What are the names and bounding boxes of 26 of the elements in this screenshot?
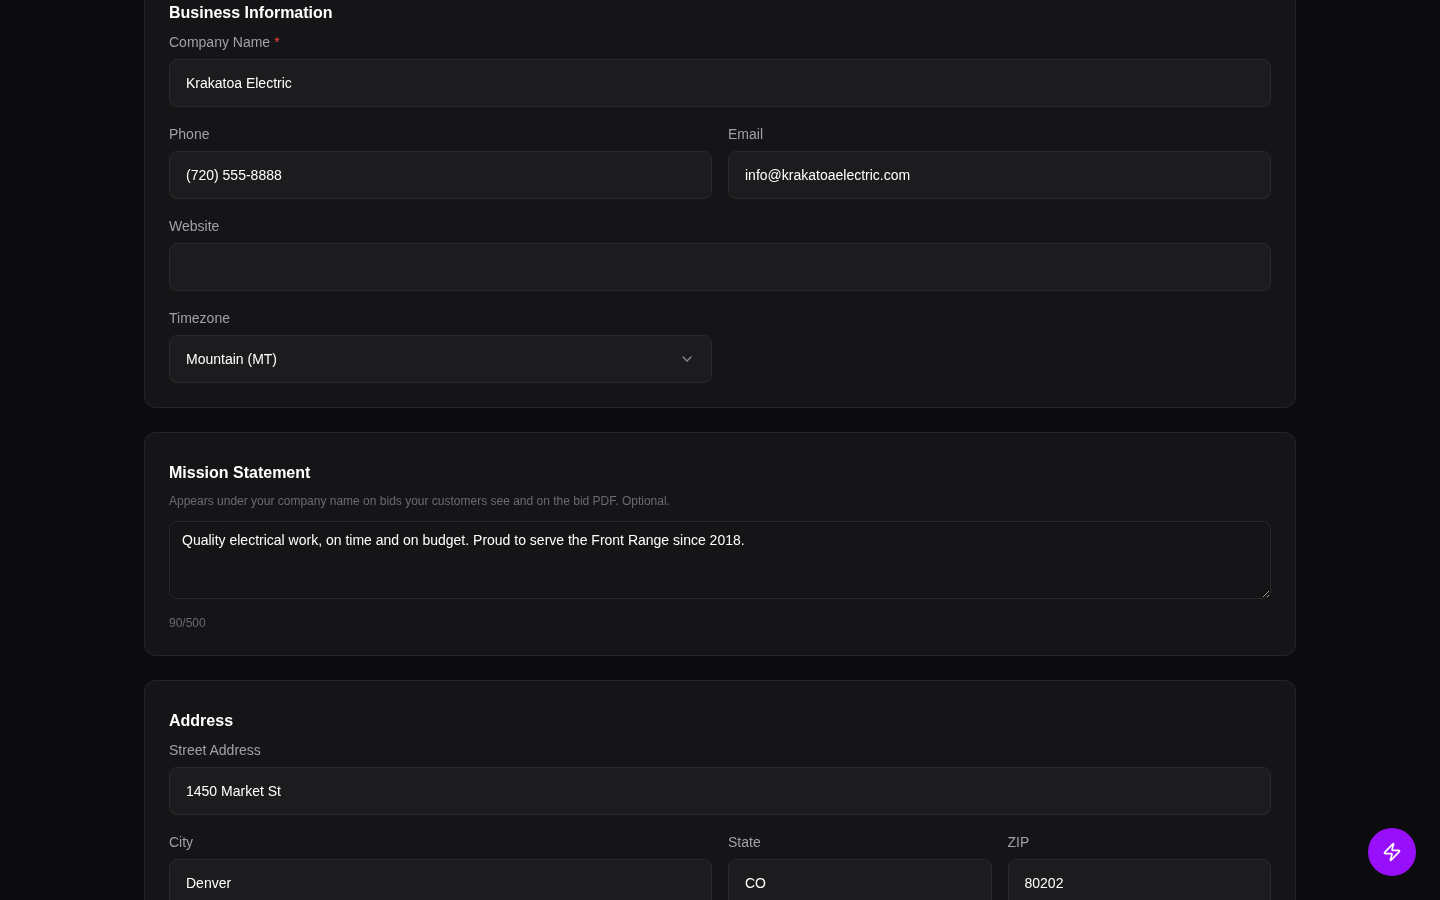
- character-count: 90/500: [169, 615, 207, 631]
- text-field[interactable]: Krakatoa Electric: [169, 59, 1271, 107]
- field-label: Company Name: [169, 33, 271, 51]
- section-description: Appears under your company name on bids your customers see and on the bid PDF. Optional.: [169, 493, 671, 509]
- section-title: Address: [169, 711, 235, 731]
- field-label: ZIP: [1007, 833, 1030, 851]
- section-title: Business Information: [169, 3, 334, 23]
- text-field[interactable]: 1450 Market St: [169, 767, 1271, 815]
- text-field[interactable]: info@krakatoaelectric.com: [728, 151, 1271, 199]
- field-label: Timezone: [169, 309, 230, 327]
- field-label: Email: [728, 125, 763, 143]
- text-field[interactable]: Denver: [169, 859, 712, 900]
- field-label: Street Address: [169, 741, 261, 759]
- field-label: Website: [169, 217, 220, 235]
- text-field[interactable]: 80202: [1007, 859, 1271, 900]
- section-title: Mission Statement: [169, 463, 312, 483]
- text-field[interactable]: (720) 555-8888: [169, 151, 712, 199]
- text-field[interactable]: CO: [728, 859, 992, 900]
- field-label: State: [728, 833, 761, 851]
- quick-action-button[interactable]: [1368, 828, 1416, 876]
- timezone-select[interactable]: Mountain (MT): [169, 335, 712, 383]
- required-mark: *: [274, 33, 280, 51]
- text-area[interactable]: Quality electrical work, on time and on budget. Proud to serve the Front Range since 2018.: [169, 521, 1271, 599]
- lightning-icon: [1382, 842, 1402, 862]
- field-label: City: [169, 833, 194, 851]
- field-label: Phone: [169, 125, 210, 143]
